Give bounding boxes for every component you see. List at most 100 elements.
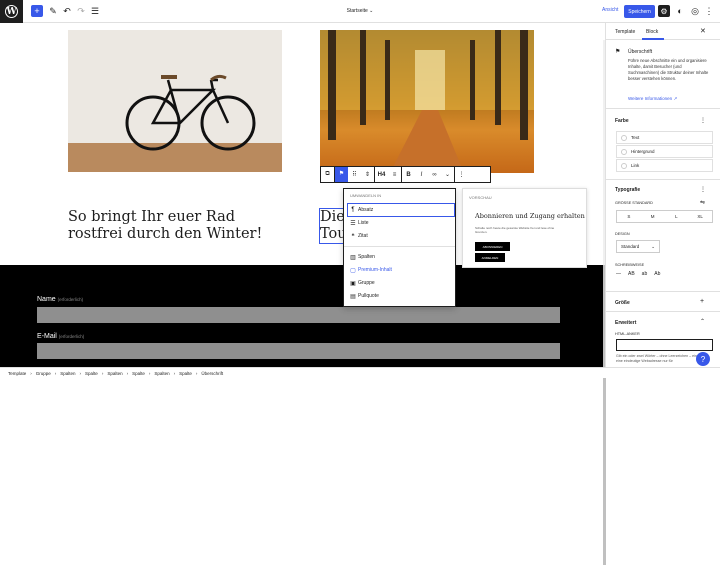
chevron-right-icon: › [54,370,57,376]
heading-level-button[interactable]: H4 [375,172,388,178]
bookmark-icon[interactable]: ⚑ [335,167,348,182]
advanced-title: Erweitert [615,320,637,326]
external-link-icon: ↗ [672,96,678,101]
chevron-down-icon: ⌄ [369,8,374,14]
add-block-button[interactable]: + [31,5,43,17]
breadcrumb-column[interactable]: Spalte [132,371,145,376]
wordpress-logo-button[interactable]: W [0,0,23,23]
case-none[interactable]: — [616,271,621,277]
transform-dropdown: UMWANDELN IN ¶ Absatz ☰ Liste ❝ Zitat ▥ Spal… [343,188,456,307]
size-m[interactable]: M [641,211,665,222]
edit-tool-icon[interactable]: ✎ [47,5,59,17]
block-toolbar: ⧉ ⚑ ⠿ ⇕ H4 ≡ B I ∞ ⌄ ⋮ [320,166,491,183]
autumn-alley-image[interactable] [320,30,534,173]
html-anchor-input[interactable] [616,339,713,351]
drag-handle-icon[interactable]: ⠿ [348,171,361,178]
case-capitalize[interactable]: Ab [654,271,660,277]
align-icon[interactable]: ≡ [388,172,401,178]
case-lower[interactable]: ab [642,271,648,277]
custom-size-icon[interactable]: ⇋ [700,199,705,206]
bold-icon[interactable]: B [402,172,415,178]
dropdown-header: UMWANDELN IN [350,193,382,198]
plus-icon[interactable]: + [700,298,704,305]
name-field[interactable] [37,307,560,323]
close-icon[interactable]: ✕ [700,27,706,35]
letter-case-options: — AB ab Ab [616,271,660,277]
size-label: GRÖSSE STANDARD [615,201,653,205]
help-icon[interactable]: ? [696,352,710,366]
block-options-icon[interactable]: ⋮ [455,171,468,178]
chevron-right-icon: › [173,370,176,376]
plugin-icon[interactable]: ◎ [689,5,701,17]
color-background[interactable]: Hintergrund [616,145,713,158]
view-button[interactable]: Ansicht [602,7,618,13]
link-icon[interactable]: ∞ [428,172,441,178]
preview-login-button: ANMELDEN [475,253,505,262]
quote-icon: ❝ [351,233,355,240]
subscription-form-section: Name (erforderlich) E-Mail (erforderlich… [0,265,604,367]
redo-icon[interactable]: ↷ [75,5,87,17]
settings-button[interactable]: ⚙ [658,5,670,17]
list-icon: ☰ [350,220,356,227]
design-select[interactable]: Standard ⌄ [616,240,660,253]
breadcrumb-columns[interactable]: Spalten [154,371,169,376]
chevron-right-icon: › [148,370,151,376]
breadcrumb-template[interactable]: Template [8,371,26,376]
save-button[interactable]: Speichern [624,5,655,18]
move-arrows-icon[interactable]: ⇕ [361,171,374,178]
bookmark-icon: ⚑ [615,49,621,55]
color-text[interactable]: Text [616,131,713,144]
article-heading[interactable]: So bringt Ihr euer Rad rostfrei durch de… [68,209,288,243]
document-title[interactable]: Startseite ⌄ [320,6,400,17]
tab-template[interactable]: Template [615,29,635,35]
size-control: S M L XL [606,210,720,223]
list-view-icon[interactable]: ☰ [89,5,101,17]
block-description: Führe neue Abschnitte ein und organisier… [628,58,709,81]
font-size-picker: S M L XL [616,210,713,223]
sidebar-tabs: Template Block ✕ [606,23,720,40]
anchor-label: HTML-ANKER [615,332,640,336]
tab-block[interactable]: Block [646,29,658,35]
parent-block-icon[interactable]: ⧉ [321,171,334,178]
breadcrumb-columns[interactable]: Spalten [60,371,75,376]
color-options-icon[interactable]: ⋮ [700,117,706,124]
breadcrumb-heading[interactable]: Überschrift [201,371,223,376]
color-swatch-icon [621,162,627,169]
transform-item-paragraph[interactable]: ¶ Absatz [347,203,455,217]
breadcrumb-column[interactable]: Spalte [179,371,192,376]
email-label: E-Mail (erforderlich) [37,333,85,340]
color-link[interactable]: Link [616,159,713,172]
chevron-right-icon: › [79,370,82,376]
paragraph-icon: ¶ [351,207,355,213]
more-formats-icon[interactable]: ⌄ [441,171,454,178]
transform-item-list[interactable]: ☰ Liste [348,217,454,229]
transform-item-premium[interactable]: ▢ Premium-Inhalt [348,264,454,276]
transform-item-columns[interactable]: ▥ Spalten [348,251,454,263]
transform-item-pullquote[interactable]: ▤ Pullquote [348,290,454,302]
transform-item-group[interactable]: ▣ Gruppe [348,277,454,289]
size-xl[interactable]: XL [688,211,712,222]
chevron-up-icon[interactable]: ⌃ [700,318,705,325]
preview-text: Schalte noch heute die gesamte Website f… [475,226,555,234]
options-icon[interactable]: ⋮ [703,5,715,17]
typography-options-icon[interactable]: ⋮ [700,186,706,193]
block-name: Überschrift [628,49,653,55]
case-upper[interactable]: AB [628,271,635,277]
breadcrumb-columns[interactable]: Spalten [107,371,122,376]
undo-icon[interactable]: ↶ [61,5,73,17]
size-s[interactable]: S [617,211,641,222]
breadcrumb-column[interactable]: Spalte [85,371,98,376]
more-info-link[interactable]: Weitere Informationen ↗ [628,96,677,102]
transform-preview: VORSCHAU Abonnieren und Zugang erhalten … [462,188,587,268]
email-field[interactable] [37,343,560,359]
italic-icon[interactable]: I [415,172,428,178]
size-l[interactable]: L [665,211,689,222]
chevron-right-icon: › [126,370,129,376]
styles-icon[interactable]: ◐ [674,5,686,17]
bicycle-image[interactable] [68,30,282,172]
dropdown-divider [344,246,455,247]
color-panel: Farbe ⋮ Text Hintergrund Link [606,108,720,190]
chevron-right-icon: › [101,370,104,376]
breadcrumb-group[interactable]: Gruppe [36,371,51,376]
transform-item-quote[interactable]: ❝ Zitat [348,230,454,242]
